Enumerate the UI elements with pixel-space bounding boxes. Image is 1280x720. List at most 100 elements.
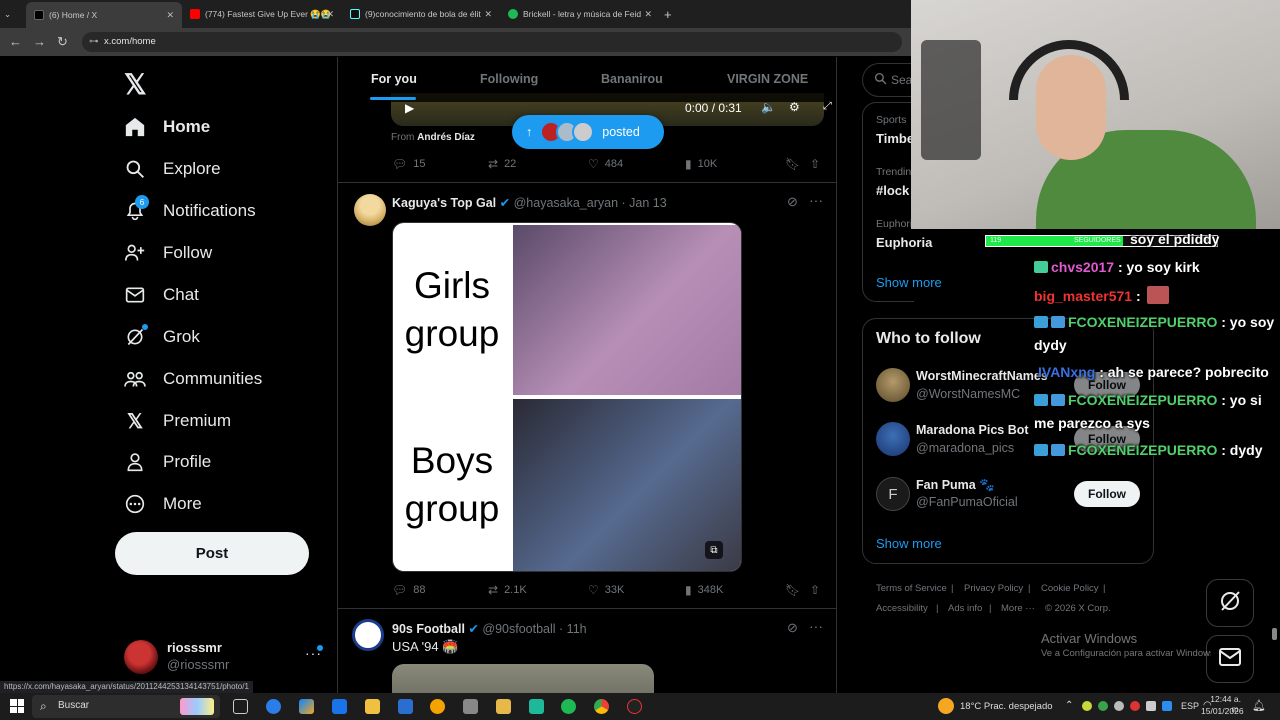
repost-button[interactable]: ⇄ 2.1K [488,583,527,597]
chrome-icon[interactable] [594,699,609,714]
app-icon[interactable] [529,699,544,714]
nav-communities[interactable]: Communities [124,368,262,390]
trend-item[interactable]: Timbe [876,131,914,146]
tab-following[interactable]: Following [480,72,538,86]
footer-more[interactable]: More ··· [1001,603,1035,614]
post-image[interactable]: Girls group Boys group ⧉ [392,222,742,572]
avatar[interactable] [352,619,384,651]
tab-bananirou[interactable]: Bananirou [601,72,663,86]
trend-item[interactable]: Euphoria [876,235,932,250]
taskbar-search[interactable]: ⌕ Buscar [32,695,220,718]
tab-spotify[interactable]: Brickell - letra y música de Feid ✕ [508,4,652,24]
app-icon[interactable] [463,699,478,714]
back-icon[interactable]: ← [9,34,22,49]
new-tab-button[interactable]: + [664,4,678,24]
avatar[interactable] [876,368,910,402]
trend-item[interactable]: #lock [876,183,909,198]
footer-privacy[interactable]: Privacy Policy [964,583,1023,594]
tray-app-icon[interactable] [1162,701,1172,711]
weather-text[interactable]: 18°C Prac. despejado [960,701,1053,712]
post-button[interactable]: Post [115,532,309,575]
tab-home-x[interactable]: (6) Home / X ✕ [26,2,182,28]
share-button[interactable]: ⇧ [810,583,826,597]
play-icon[interactable]: ▶ [405,101,414,115]
footer-terms[interactable]: Terms of Service [876,583,947,594]
avatar[interactable] [124,640,158,674]
show-more-link[interactable]: Show more [876,536,942,551]
tray-app-icon[interactable] [1114,701,1124,711]
volume-icon[interactable]: 🔈 [761,100,776,114]
tab-virgin-zone[interactable]: VIRGIN ZONE [727,72,808,86]
tray-app-icon[interactable] [1098,701,1108,711]
grok-floating-button[interactable] [1206,579,1254,627]
footer-accessibility[interactable]: Accessibility [876,603,928,614]
address-bar[interactable]: ⊶ x.com/home [82,32,902,52]
views-button[interactable]: ▮ 10K [685,157,717,171]
like-button[interactable]: ♡ 484 [588,157,623,171]
views-button[interactable]: ▮ 348K [685,583,723,597]
nav-premium[interactable]: 𝕏 Premium [124,410,231,433]
image-alt-icon[interactable]: ⧉ [705,541,723,559]
folder-icon[interactable] [496,699,511,714]
windows-start-icon[interactable] [10,699,24,713]
repost-button[interactable]: ⇄ 22 [488,157,516,171]
tab-for-you[interactable]: For you [371,72,417,86]
close-tab-icon[interactable]: ✕ [326,9,334,20]
weather-icon[interactable] [938,698,954,714]
tray-app-icon[interactable] [1146,701,1156,711]
footer-ads-info[interactable]: Ads info [948,603,982,614]
edge-icon[interactable] [266,699,281,714]
language-indicator[interactable]: ESP [1181,701,1199,711]
nav-grok[interactable]: Grok [124,324,200,348]
post-image[interactable] [392,664,654,693]
post-menu-icon[interactable]: ··· [809,618,823,634]
avatar[interactable] [876,422,910,456]
avatar[interactable]: F [876,477,910,511]
site-info-icon[interactable]: ⊶ [89,32,99,52]
task-view-icon[interactable] [233,699,248,714]
x-logo-icon[interactable]: 𝕏 [124,68,147,101]
tab-youtube[interactable]: (774) Fastest Give Up Ever 😭😭 ✕ [190,4,334,24]
clock-date[interactable]: 15/01/2026 [1201,706,1244,716]
nav-follow[interactable]: Follow [124,242,212,264]
chat-floating-button[interactable] [1206,635,1254,683]
settings-icon[interactable]: ⚙ [789,100,800,114]
follow-button[interactable]: Follow [1074,481,1140,507]
nav-explore[interactable]: Explore [124,158,221,180]
reply-button[interactable]: 💬︎ 88 [392,583,425,597]
close-tab-icon[interactable]: ✕ [644,9,652,20]
spotify-icon[interactable] [561,699,576,714]
grok-icon[interactable]: ⊘ [787,194,798,210]
reload-icon[interactable]: ↻ [57,34,68,50]
scrollbar-thumb[interactable] [1272,628,1277,640]
close-tab-icon[interactable]: ✕ [166,10,174,21]
tab-tiktok[interactable]: (9)conocimiento de bola de élit ✕ [350,4,492,24]
share-button[interactable]: ⇧ [810,157,826,171]
copilot-icon[interactable] [299,699,314,714]
footer-cookie[interactable]: Cookie Policy [1041,583,1099,594]
tray-chevron-icon[interactable]: ⌃ [1065,700,1073,711]
avatar[interactable] [354,194,386,226]
file-explorer-icon[interactable] [365,699,380,714]
bookmark-button[interactable]: 🔖︎ [785,157,806,171]
obs-icon[interactable] [627,699,642,714]
tray-app-icon[interactable] [1082,701,1092,711]
reply-button[interactable]: 💬︎ 15 [392,157,425,171]
tray-app-icon[interactable] [1130,701,1140,711]
notifications-tray-icon[interactable]: 🔔︎ [1252,699,1266,712]
chrome-canary-icon[interactable] [430,699,445,714]
close-tab-icon[interactable]: ✕ [484,9,492,20]
tab-list-button[interactable]: ⌄ [4,4,22,24]
nav-notifications[interactable]: 6 Notifications [124,195,256,222]
vscode-icon[interactable] [398,699,413,714]
bookmark-button[interactable]: 🔖︎ [785,583,806,597]
nav-more[interactable]: More [124,493,202,515]
nav-profile[interactable]: Profile [124,451,211,473]
nav-chat[interactable]: Chat [124,284,199,306]
new-posts-pill[interactable]: ↑ posted [512,115,664,149]
forward-icon[interactable]: → [33,34,46,49]
outlook-icon[interactable] [332,699,347,714]
show-more-link[interactable]: Show more [876,275,942,290]
like-button[interactable]: ♡ 33K [588,583,624,597]
grok-icon[interactable]: ⊘ [787,620,798,636]
